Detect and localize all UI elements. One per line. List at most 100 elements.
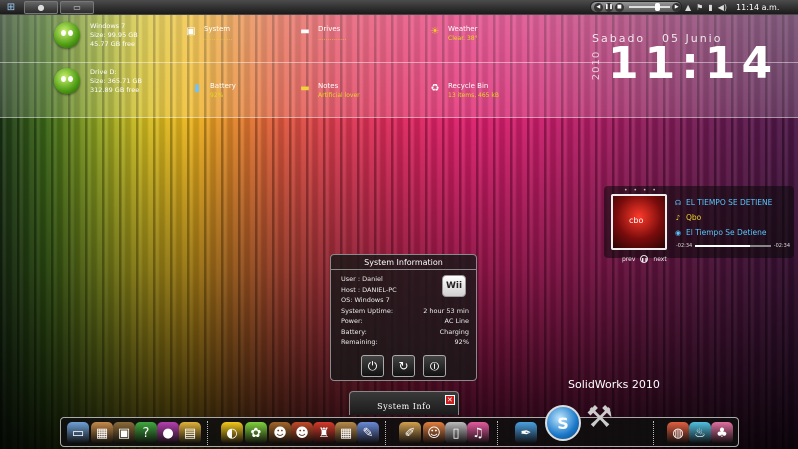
potion-icon[interactable]: ♨ xyxy=(689,422,711,444)
system-widget[interactable]: ▣ System............... xyxy=(184,25,232,43)
recycle-bin-widget[interactable]: ♻ Recycle Bin 13 items, 465 kB xyxy=(428,82,499,100)
recycle-bin-icon: ♻ xyxy=(430,82,440,94)
itunes-icon[interactable]: ♫ xyxy=(467,422,489,444)
next-track-button[interactable]: ▶ xyxy=(672,2,681,12)
track-progress-fill xyxy=(695,245,750,247)
box-icon[interactable]: ▦ xyxy=(91,422,113,444)
sysinfo-value: AC Line xyxy=(444,317,469,325)
taskbar-explorer[interactable]: ▭ xyxy=(60,0,94,14)
monitor-icon: ▣ xyxy=(186,25,196,37)
pause-icon[interactable]: ❚❚ xyxy=(640,255,649,263)
sysinfo-row: Remaining: 92% xyxy=(341,337,469,348)
weather-widget[interactable]: ☀ Weather Clear. 38° xyxy=(428,25,478,43)
system-info-tab-label: System Info xyxy=(377,402,431,411)
solidworks-icon[interactable]: S xyxy=(545,405,581,441)
clock-widget: Sabado 05 Junio 2010 11:14 xyxy=(588,32,788,102)
battery-icon: ▮ xyxy=(194,82,200,94)
power-buttons: ⏻ ↻ ⏼ xyxy=(361,355,446,377)
logoff-icon: ⏼ xyxy=(429,358,440,373)
sysinfo-label: Power: xyxy=(341,317,363,325)
previous-track-button[interactable]: ◀ xyxy=(594,2,603,12)
stop-button[interactable]: ■ xyxy=(615,2,624,12)
character-icon[interactable]: ☺ xyxy=(423,422,445,444)
shutdown-button[interactable]: ⏻ xyxy=(361,355,384,377)
power-icon[interactable]: ▮ xyxy=(708,3,712,12)
system-tray: ▲ ⚑ ▮ ◀) 11:14 a.m. xyxy=(685,1,779,14)
track-album: El Tiempo Se Detiene xyxy=(686,228,767,237)
monkey-2-icon[interactable]: ☻ xyxy=(291,422,313,444)
mario-block-icon[interactable]: ? xyxy=(135,422,157,444)
system-info-tab[interactable]: System Info ✕ xyxy=(349,391,459,415)
shutdown-icon: ⏻ xyxy=(367,358,378,373)
feather-icon[interactable]: ✎ xyxy=(357,422,379,444)
windows-orb-icon: ⊞ xyxy=(6,1,16,13)
color-wheel-icon[interactable]: ◍ xyxy=(667,422,689,444)
solidworks-label: SolidWorks 2010 xyxy=(568,378,660,391)
player-nav: prev ❚❚ next xyxy=(622,255,667,263)
weather-widget-sub: Clear. 38° xyxy=(448,35,478,42)
system-information-panel: System Information Wii User : Daniel Hos… xyxy=(330,254,477,381)
drives-widget[interactable]: ▬ Drives............... xyxy=(298,25,346,43)
sysinfo-label: System Uptime: xyxy=(341,306,394,315)
sysinfo-label: Battery: xyxy=(341,327,367,336)
pen-icon[interactable]: ✒ xyxy=(515,422,537,444)
drive-d-size: Size: 365.71 GB xyxy=(90,77,142,85)
crate-icon[interactable]: ▦ xyxy=(335,422,357,444)
pause-button[interactable]: ❚❚ xyxy=(604,2,614,12)
toolbox-icon[interactable]: ▤ xyxy=(179,422,201,444)
logoff-button[interactable]: ⏼ xyxy=(423,355,446,377)
system-widget-title: System xyxy=(204,25,231,33)
notes-widget[interactable]: ▬ Notes Artificial lover xyxy=(298,82,359,100)
sysinfo-row: User : Daniel xyxy=(341,274,469,285)
drive-c-creature-icon xyxy=(54,22,80,48)
close-icon[interactable]: ✕ xyxy=(445,395,455,405)
mario-icon[interactable]: ♜ xyxy=(313,422,335,444)
wrench-icon[interactable]: ⚒ xyxy=(586,400,613,444)
drives-widget-title: Drives xyxy=(318,25,341,33)
clock-year: 2010 xyxy=(591,50,603,81)
battery-widget-title: Battery xyxy=(210,82,236,90)
sysinfo-row: OS: Windows 7 xyxy=(341,295,469,306)
action-center-icon[interactable]: ⚑ xyxy=(696,3,703,12)
pencil-cup-icon[interactable]: ✐ xyxy=(399,422,421,444)
monkey-icon[interactable]: ☻ xyxy=(269,422,291,444)
seek-bar[interactable] xyxy=(628,3,671,11)
media-controls: ◀ ❚❚ ■ ▶ xyxy=(590,1,682,13)
drive-widget-d[interactable]: Drive D: Size: 365.71 GB 312.89 GB free xyxy=(54,68,142,95)
microphone-icon: ♪ xyxy=(675,213,681,222)
lollipop-icon[interactable]: ✿ xyxy=(245,422,267,444)
restart-button[interactable]: ↻ xyxy=(392,355,415,377)
sysinfo-value: Charging xyxy=(439,327,469,336)
headphones-icon: ☊ xyxy=(674,198,682,207)
sysinfo-row: System Uptime: 2 hour 53 min xyxy=(341,306,469,317)
player-page-dots: • • • • xyxy=(624,187,658,194)
fruit-icon[interactable]: ● xyxy=(157,422,179,444)
album-cover[interactable]: cbo xyxy=(611,194,667,250)
track-elapsed: -02:34 xyxy=(676,243,693,249)
track-title: EL TIEMPO SE DETIENE xyxy=(686,198,773,207)
weather-widget-title: Weather xyxy=(448,25,478,33)
volume-icon[interactable]: ◀) xyxy=(718,3,727,12)
drive-c-name: Windows 7 xyxy=(90,22,126,30)
taskbar-media-player[interactable]: ● xyxy=(24,0,58,14)
sysinfo-value: 2 hour 53 min xyxy=(423,306,469,315)
drive-d-free: 312.89 GB free xyxy=(90,86,140,94)
bottle-icon[interactable]: ▯ xyxy=(445,422,467,444)
music-player-widget: • • • • cbo ☊ EL TIEMPO SE DETIENE ♪ Qbo ◉… xyxy=(604,186,794,264)
sysinfo-label: Remaining: xyxy=(341,338,378,346)
tray-expand-icon[interactable]: ▲ xyxy=(685,3,691,12)
battery-widget[interactable]: ▮ Battery 92% xyxy=(190,82,236,100)
drive-d-creature-icon xyxy=(54,68,80,94)
prev-button[interactable]: prev xyxy=(622,256,635,263)
seek-knob[interactable] xyxy=(654,3,660,11)
start-button[interactable]: ⊞ xyxy=(0,0,22,14)
photos-icon[interactable]: ▣ xyxy=(113,422,135,444)
drive-widget-c[interactable]: Windows 7 Size: 99.95 GB 45.77 GB free xyxy=(54,22,138,49)
pacman-icon[interactable]: ◐ xyxy=(221,422,243,444)
track-progress-bar[interactable] xyxy=(695,245,771,247)
next-button[interactable]: next xyxy=(653,256,666,263)
imac-icon[interactable]: ▭ xyxy=(67,422,89,444)
taskbar-clock[interactable]: 11:14 a.m. xyxy=(736,3,779,12)
drive-c-size: Size: 99.95 GB xyxy=(90,31,138,39)
cake-icon[interactable]: ♣ xyxy=(711,422,733,444)
